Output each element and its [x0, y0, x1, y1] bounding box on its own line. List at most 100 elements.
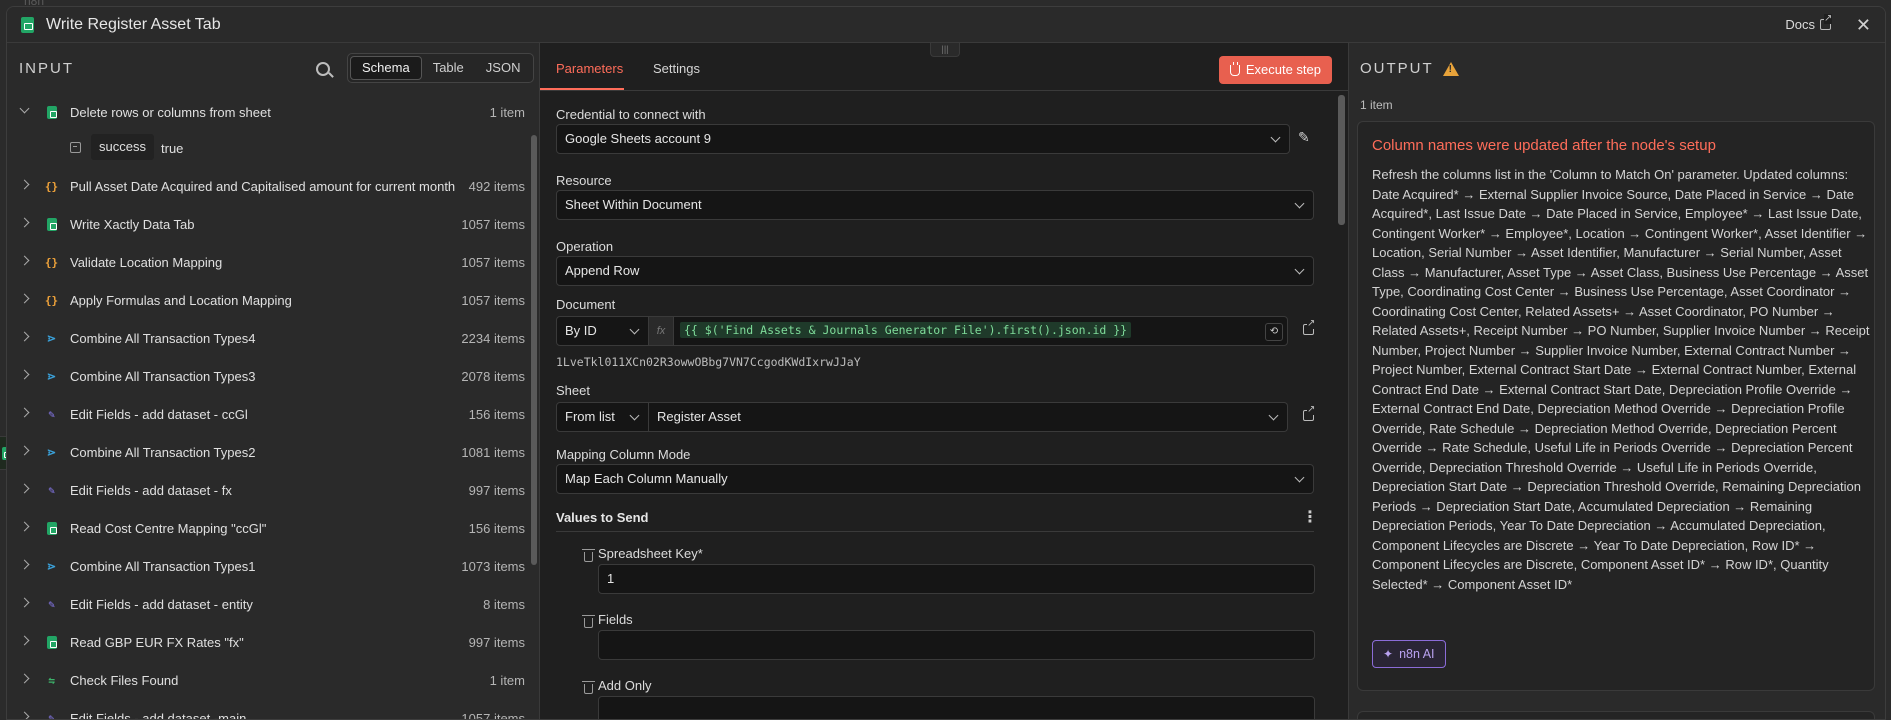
chevron-right-icon[interactable]: [19, 255, 30, 266]
node-name: Edit Fields - add dataset - entity: [70, 597, 253, 612]
external-link-icon: [1820, 14, 1833, 30]
input-node-row[interactable]: {} Apply Formulas and Location Mapping 105…: [7, 281, 525, 319]
search-icon[interactable]: [316, 62, 330, 76]
input-node-row[interactable]: Write Xactly Data Tab 1057 items: [7, 205, 525, 243]
output-item-count: 1 item: [1360, 98, 1393, 112]
docs-link[interactable]: Docs: [1785, 14, 1833, 32]
merge-icon: ⋗: [46, 560, 57, 573]
chevron-right-icon[interactable]: [19, 407, 30, 418]
schema-field-key[interactable]: success: [91, 134, 154, 160]
sheet-icon: [47, 522, 57, 535]
trash-icon[interactable]: [582, 549, 595, 562]
chevron-right-icon[interactable]: [19, 711, 30, 719]
mapping-mode-label: Mapping Column Mode: [556, 447, 691, 462]
expression-toggle-icon[interactable]: ⟲: [1265, 323, 1283, 341]
spreadsheet-key-input[interactable]: 1: [598, 564, 1315, 594]
chevron-right-icon[interactable]: [19, 559, 30, 570]
chevron-right-icon[interactable]: [19, 445, 30, 456]
parameters-scrollbar[interactable]: [1338, 95, 1345, 225]
add-only-input[interactable]: [598, 696, 1315, 719]
mapping-mode-select[interactable]: Map Each Column Manually: [556, 464, 1314, 494]
fields-input[interactable]: [598, 630, 1315, 660]
input-node-row[interactable]: {} Validate Location Mapping 1057 items: [7, 243, 525, 281]
code-icon: {}: [44, 294, 59, 307]
chevron-down-icon: [1270, 132, 1281, 143]
credential-select[interactable]: Google Sheets account 9: [556, 124, 1290, 154]
node-item-count: 1073 items: [461, 559, 525, 574]
sheet-mode-select[interactable]: From list: [556, 402, 649, 432]
open-sheet-icon[interactable]: [1303, 405, 1316, 421]
input-node-row[interactable]: ⋗ Combine All Transaction Types2 1081 item…: [7, 433, 525, 471]
node-name: Combine All Transaction Types2: [70, 445, 256, 460]
trash-icon[interactable]: [582, 615, 595, 628]
node-item-count: 2078 items: [461, 369, 525, 384]
input-node-row[interactable]: ✎ Edit Fields - add dataset - ccGl 156 ite…: [7, 395, 525, 433]
chevron-down-icon: [1294, 264, 1305, 275]
document-mode-select[interactable]: By ID: [556, 316, 649, 346]
trash-icon[interactable]: [582, 681, 595, 694]
close-button[interactable]: ✕: [1856, 15, 1871, 36]
node-name: Edit Fields - add dataset - ccGl: [70, 407, 248, 422]
node-item-count: 8 items: [483, 597, 525, 612]
chevron-down-icon: [1294, 472, 1305, 483]
chevron-right-icon[interactable]: [19, 597, 30, 608]
chevron-right-icon[interactable]: [19, 635, 30, 646]
chevron-right-icon[interactable]: [19, 293, 30, 304]
chevron-right-icon[interactable]: [19, 217, 30, 228]
warning-title: Column names were updated after the node…: [1372, 137, 1716, 154]
input-node-row[interactable]: ⋗ Combine All Transaction Types1 1073 item…: [7, 547, 525, 585]
node-title[interactable]: Write Register Asset Tab: [46, 16, 221, 34]
input-node-row[interactable]: ⋗ Combine All Transaction Types4 2234 item…: [7, 319, 525, 357]
open-document-icon[interactable]: [1303, 319, 1316, 335]
operation-select[interactable]: Append Row: [556, 256, 1314, 286]
input-node-row[interactable]: ✎ Edit Fields - add dataset - entity 8 ite…: [7, 585, 525, 623]
node-name: Edit Fields - add dataset -main: [70, 711, 247, 720]
document-expression-input[interactable]: {{ $('Find Assets & Journals Generator F…: [673, 316, 1288, 346]
n8n-ai-button[interactable]: ✦ n8n AI: [1372, 640, 1446, 668]
sheet-select[interactable]: Register Asset: [649, 402, 1288, 432]
tab-settings[interactable]: Settings: [653, 61, 700, 76]
input-node-row[interactable]: {} Pull Asset Date Acquired and Capitalis…: [7, 167, 525, 205]
node-item-count: 156 items: [468, 521, 525, 536]
document-expression: {{ $('Find Assets & Journals Generator F…: [680, 322, 1132, 338]
more-options-icon[interactable]: ⋮: [1302, 507, 1318, 527]
credential-value: Google Sheets account 9: [565, 131, 711, 146]
tab-parameters[interactable]: Parameters: [556, 61, 623, 76]
execute-step-button[interactable]: Execute step: [1218, 56, 1332, 84]
operation-label: Operation: [556, 239, 614, 254]
pencil-icon: ✎: [48, 484, 55, 497]
input-node-row[interactable]: ⇋ Check Files Found 1 item: [7, 661, 525, 699]
view-tab-schema[interactable]: Schema: [350, 56, 422, 80]
node-name: Validate Location Mapping: [70, 255, 223, 270]
field-label: Add Only: [598, 678, 652, 693]
input-node-row[interactable]: Read Cost Centre Mapping "ccGl" 156 items: [7, 509, 525, 547]
warning-card: Column names were updated after the node…: [1357, 121, 1875, 691]
chevron-right-icon[interactable]: [19, 673, 30, 684]
node-name: Edit Fields - add dataset - fx: [70, 483, 232, 498]
chevron-right-icon[interactable]: [19, 483, 30, 494]
resource-select[interactable]: Sheet Within Document: [556, 190, 1314, 220]
chevron-right-icon[interactable]: [19, 331, 30, 342]
input-node-row[interactable]: ⋗ Combine All Transaction Types3 2078 item…: [7, 357, 525, 395]
input-node-row[interactable]: ✎ Edit Fields - add dataset - fx 997 items: [7, 471, 525, 509]
input-node-row[interactable]: Delete rows or columns from sheet 1 item: [7, 93, 525, 131]
chevron-right-icon[interactable]: [19, 179, 30, 190]
view-tab-json[interactable]: JSON: [475, 56, 532, 80]
operation-value: Append Row: [565, 263, 640, 278]
view-tab-table[interactable]: Table: [422, 56, 475, 80]
chevron-down-icon[interactable]: [19, 103, 30, 114]
input-scrollbar[interactable]: [531, 135, 537, 565]
output-label-row: OUTPUT: [1360, 60, 1459, 77]
node-item-count: 156 items: [468, 407, 525, 422]
chevron-right-icon[interactable]: [19, 521, 30, 532]
chevron-right-icon[interactable]: [19, 369, 30, 380]
document-label: Document: [556, 297, 616, 312]
input-node-row[interactable]: ✎ Edit Fields - add dataset -main 1057 ite…: [7, 699, 525, 720]
node-item-count: 1081 items: [461, 445, 525, 460]
edit-credential-icon[interactable]: ✎: [1298, 129, 1310, 146]
input-node-row[interactable]: Read GBP EUR FX Rates "fx" 997 items: [7, 623, 525, 661]
merge-icon: ⋗: [46, 370, 57, 383]
panel-drag-handle[interactable]: |||: [930, 43, 960, 57]
node-item-count: 1057 items: [461, 293, 525, 308]
node-name: Read GBP EUR FX Rates "fx": [70, 635, 244, 650]
